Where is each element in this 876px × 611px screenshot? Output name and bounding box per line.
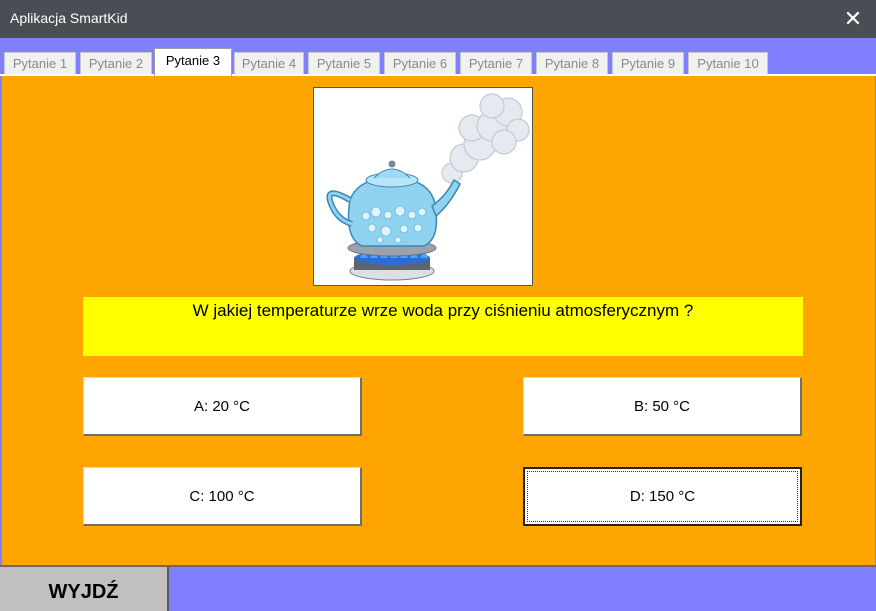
- tab-pytanie-2[interactable]: Pytanie 2: [80, 52, 152, 75]
- answer-b-button[interactable]: B: 50 °C: [523, 377, 802, 436]
- tab-pytanie-3[interactable]: Pytanie 3: [154, 48, 232, 76]
- tab-pytanie-4[interactable]: Pytanie 4: [234, 52, 304, 75]
- answer-d-button[interactable]: D: 150 °C: [523, 467, 802, 526]
- tab-strip: Pytanie 1 Pytanie 2 Pytanie 3 Pytanie 4 …: [0, 38, 876, 76]
- answer-a-button[interactable]: A: 20 °C: [83, 377, 362, 436]
- tab-pytanie-9[interactable]: Pytanie 9: [612, 52, 684, 75]
- kettle-image: [313, 87, 533, 286]
- question-panel: W jakiej temperaturze wrze woda przy ciś…: [2, 76, 875, 565]
- answer-c-button[interactable]: C: 100 °C: [83, 467, 362, 526]
- tab-pytanie-10[interactable]: Pytanie 10: [688, 52, 768, 75]
- tab-pytanie-7[interactable]: Pytanie 7: [460, 52, 532, 75]
- window-title: Aplikacja SmartKid: [10, 10, 128, 26]
- tab-pytanie-5[interactable]: Pytanie 5: [308, 52, 380, 75]
- title-bar: Aplikacja SmartKid ✕: [0, 0, 876, 38]
- tab-pytanie-6[interactable]: Pytanie 6: [384, 52, 456, 75]
- tab-pytanie-1[interactable]: Pytanie 1: [4, 52, 76, 75]
- tab-pytanie-8[interactable]: Pytanie 8: [536, 52, 608, 75]
- close-icon[interactable]: ✕: [838, 4, 868, 34]
- exit-button[interactable]: WYJDŹ: [0, 567, 169, 611]
- question-text: W jakiej temperaturze wrze woda przy ciś…: [83, 297, 803, 356]
- boiling-kettle-illustration: [326, 93, 530, 281]
